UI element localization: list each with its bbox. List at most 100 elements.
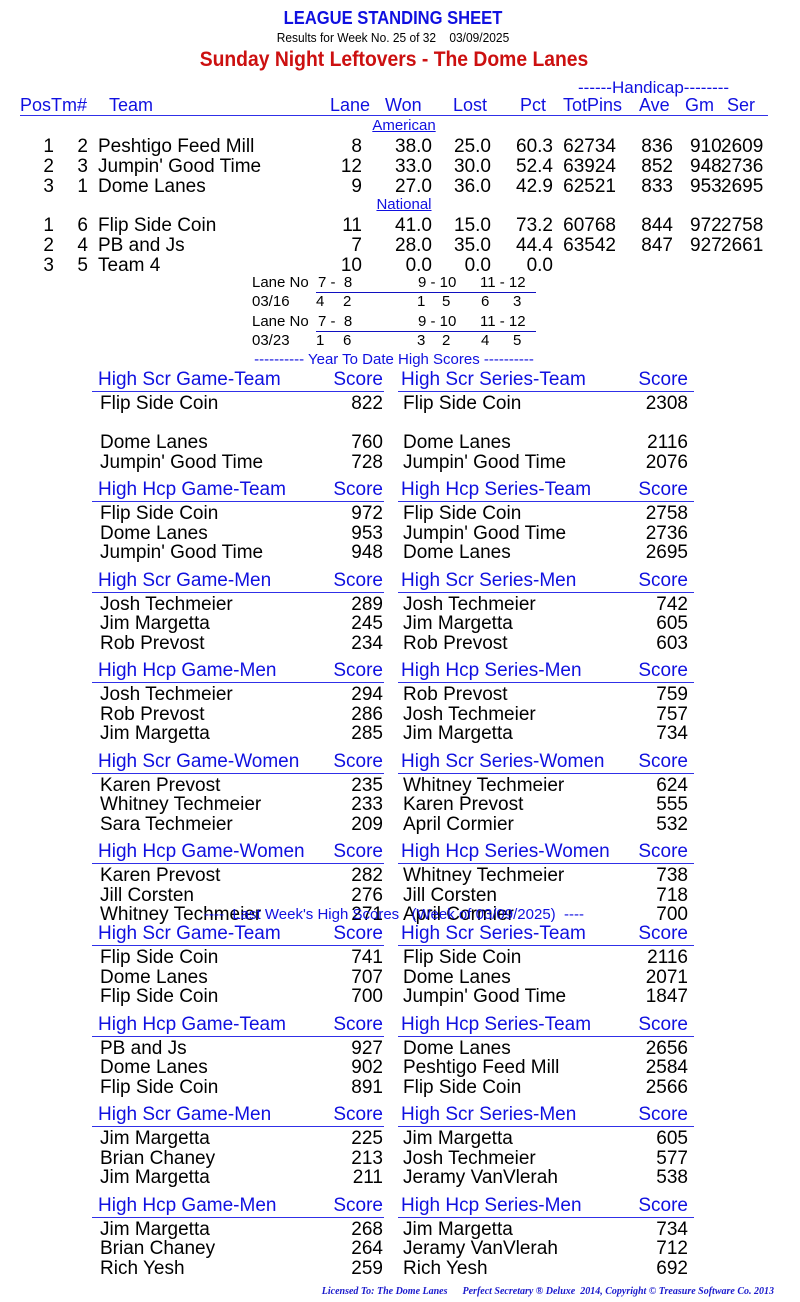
lane: 12 — [340, 156, 362, 177]
league-name: Sunday Night Leftovers - The Dome Lanes — [199, 48, 589, 71]
category-divider — [398, 772, 694, 774]
position: 2 — [43, 156, 54, 177]
pct: 42.9 — [516, 176, 553, 197]
team-number: 1 — [77, 176, 88, 197]
score-header: Score — [638, 750, 688, 772]
team-name: Jumpin' Good Time — [98, 156, 262, 177]
category-title: High Hcp Game-Team — [98, 479, 286, 500]
hcp-series: 2736 — [721, 156, 764, 177]
category-title: High Hcp Series-Women — [401, 841, 610, 862]
category-title: High Hcp Series-Team — [401, 1013, 592, 1035]
lane: 11 — [342, 215, 362, 236]
bowler-name: April Cormier — [403, 813, 514, 835]
category-title: High Hcp Game-Women — [98, 841, 305, 862]
category-divider — [398, 945, 694, 946]
total-pins: 63924 — [563, 156, 616, 177]
score-value: 259 — [351, 1257, 383, 1279]
score-header: Score — [333, 923, 383, 944]
category-divider — [92, 772, 384, 774]
score-value: 211 — [352, 1167, 383, 1188]
lane-no-label: Lane No — [252, 274, 309, 291]
team-number: 2 — [77, 136, 88, 157]
scheduled-team: 2 — [442, 332, 451, 349]
category-divider — [92, 945, 384, 946]
hcp-game: 910 — [690, 136, 722, 157]
score-value: 2695 — [645, 542, 688, 563]
position: 1 — [43, 215, 54, 236]
lane: 7 — [351, 235, 362, 256]
position: 3 — [43, 176, 54, 197]
score-value: 2076 — [645, 451, 688, 473]
score-header: Score — [638, 1104, 688, 1125]
category-divider — [92, 591, 384, 593]
lane: 8 — [351, 136, 362, 157]
lane-pair: 11 - 12 — [480, 274, 526, 291]
hcp-game: 948 — [690, 156, 722, 177]
col-ser: Ser — [727, 95, 756, 115]
category-divider — [92, 863, 384, 864]
bowler-name: Jumpin' Good Time — [403, 451, 567, 473]
score-value: 209 — [351, 813, 383, 835]
score-value: 700 — [351, 986, 383, 1007]
lost: 25.0 — [454, 136, 491, 157]
total-pins: 62734 — [563, 136, 616, 157]
score-header: Score — [638, 369, 688, 390]
scheduled-team: 2 — [343, 293, 352, 310]
won: 41.0 — [395, 215, 432, 236]
col-lane: Lane — [330, 95, 371, 115]
bowler-name: Jim Margetta — [100, 1167, 210, 1188]
lane-pair: 9 - 10 — [418, 313, 457, 330]
total-pins: 63542 — [563, 235, 616, 256]
hcp-series: 2695 — [721, 176, 764, 197]
bowler-name: Rob Prevost — [100, 632, 205, 654]
lane: 9 — [351, 176, 362, 197]
score-value: 728 — [351, 451, 383, 473]
average: 833 — [641, 176, 673, 197]
score-header: Score — [333, 569, 383, 591]
score-value: 948 — [351, 542, 383, 563]
category-divider — [92, 1126, 384, 1127]
category-divider — [398, 501, 694, 502]
score-value: 692 — [656, 1257, 688, 1279]
category-title: High Scr Game-Team — [98, 923, 281, 944]
lost: 36.0 — [454, 176, 491, 197]
score-value: 285 — [351, 723, 383, 744]
lane-pair: 11 - 12 — [480, 313, 526, 330]
average: 844 — [641, 215, 673, 236]
category-divider — [92, 391, 384, 392]
lost: 35.0 — [454, 235, 491, 256]
won: 28.0 — [395, 235, 432, 256]
category-title: High Hcp Game-Men — [98, 1194, 277, 1216]
score-header: Score — [333, 750, 383, 772]
position: 2 — [43, 235, 54, 256]
lane-no-label: Lane No — [252, 313, 309, 330]
category-title: High Hcp Series-Men — [401, 660, 582, 681]
col-team: Team — [109, 95, 154, 115]
hcp-game: 927 — [690, 235, 722, 256]
bowler-name: Flip Side Coin — [100, 986, 219, 1007]
scheduled-team: 6 — [481, 293, 490, 310]
bowler-name: Dome Lanes — [403, 542, 511, 563]
hcp-game: 953 — [690, 176, 722, 197]
scheduled-team: 5 — [442, 293, 451, 310]
bowler-name: Jim Margetta — [100, 723, 210, 744]
bowler-name: Rob Prevost — [403, 632, 508, 654]
team-name: Peshtigo Feed Mill — [98, 136, 255, 157]
score-header: Score — [333, 1194, 383, 1216]
lost: 30.0 — [454, 156, 491, 177]
won: 33.0 — [395, 156, 432, 177]
hcp-series: 2661 — [721, 235, 764, 256]
ytd-section-title: ---------- Year To Date High Scores ----… — [254, 351, 534, 368]
score-header: Score — [638, 841, 688, 862]
score-header: Score — [638, 660, 688, 681]
bowler-name: Jumpin' Good Time — [403, 986, 567, 1007]
hcp-series: 2609 — [721, 136, 764, 157]
team-number: 5 — [77, 255, 88, 276]
last-week-section-title: ---- Last Week's High Scores (Week of 03… — [204, 906, 584, 923]
team-number: 3 — [77, 156, 88, 177]
team-name: Flip Side Coin — [98, 215, 217, 236]
col-lost: Lost — [453, 95, 488, 115]
category-divider — [92, 501, 384, 502]
score-value: 538 — [656, 1167, 688, 1188]
scheduled-team: 6 — [343, 332, 352, 349]
